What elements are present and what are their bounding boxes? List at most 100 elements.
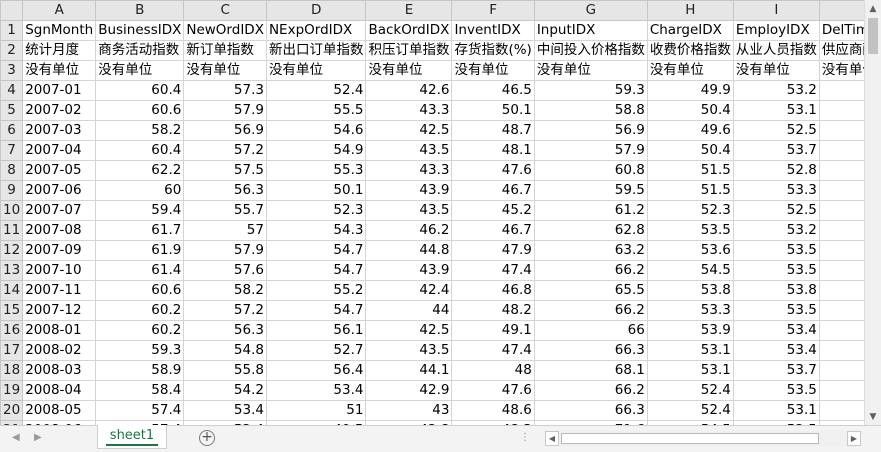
cell[interactable]: 51.6 <box>818 400 864 421</box>
cell[interactable]: 53.7 <box>732 360 820 381</box>
row-header[interactable]: 9 <box>0 180 24 201</box>
scroll-left-arrow-icon[interactable]: ◀ <box>545 431 559 446</box>
cell[interactable]: 53.4 <box>732 340 820 361</box>
cell[interactable]: 53.4 <box>265 380 367 401</box>
cell[interactable]: 商务活动指数 <box>95 40 185 61</box>
cell[interactable]: 2007-12 <box>22 300 97 321</box>
row-header[interactable]: 19 <box>0 380 24 401</box>
cell[interactable]: 没有单位 <box>451 60 535 81</box>
cell[interactable]: DelTimeIDX <box>818 20 864 41</box>
cell[interactable]: 52.5 <box>732 120 820 141</box>
cell[interactable]: 56.9 <box>183 120 267 141</box>
cell[interactable]: 43.3 <box>365 160 453 181</box>
column-header-a[interactable]: A <box>22 0 97 21</box>
cell[interactable]: 49.6 <box>646 120 734 141</box>
cell[interactable]: 48 <box>451 360 535 381</box>
cell[interactable]: 没有单位 <box>646 60 734 81</box>
row-header[interactable]: 2 <box>0 40 24 61</box>
cell[interactable]: 43.5 <box>365 140 453 161</box>
cell[interactable]: 66.2 <box>533 260 648 281</box>
cell[interactable]: 59.3 <box>95 340 185 361</box>
cell[interactable]: 2007-03 <box>22 120 97 141</box>
cell[interactable]: 54.6 <box>265 120 367 141</box>
cell[interactable]: 60.4 <box>95 140 185 161</box>
splitter-dots-icon[interactable]: ⋮ <box>520 432 531 443</box>
cell[interactable]: 42.9 <box>365 380 453 401</box>
cell[interactable]: 57.5 <box>183 160 267 181</box>
cell[interactable]: 53.1 <box>646 340 734 361</box>
cell[interactable]: 60.6 <box>95 100 185 121</box>
cell[interactable]: 50.1 <box>451 100 535 121</box>
cell[interactable]: 2007-07 <box>22 200 97 221</box>
cell[interactable]: 51.8 <box>818 280 864 301</box>
cell[interactable]: 61.2 <box>533 200 648 221</box>
cell[interactable]: 48.3 <box>818 340 864 361</box>
cell[interactable]: 53.7 <box>732 140 820 161</box>
cell[interactable]: 48.2 <box>451 300 535 321</box>
cell[interactable]: 51 <box>265 400 367 421</box>
cell[interactable]: 53.6 <box>646 240 734 261</box>
cell[interactable]: 59.5 <box>533 180 648 201</box>
cell[interactable]: 52.4 <box>646 400 734 421</box>
row-header[interactable]: 11 <box>0 220 24 241</box>
row-header[interactable]: 16 <box>0 320 24 341</box>
cell[interactable]: 60.2 <box>95 300 185 321</box>
cell[interactable]: 53.2 <box>818 220 864 241</box>
cell[interactable]: 53.8 <box>732 280 820 301</box>
cell[interactable]: 61.9 <box>95 240 185 261</box>
cell[interactable]: 54.7 <box>265 240 367 261</box>
cell[interactable]: 2007-08 <box>22 220 97 241</box>
cell[interactable]: 46.7 <box>451 180 535 201</box>
cell[interactable]: 57.3 <box>183 80 267 101</box>
prev-sheet-icon[interactable]: ◀ <box>12 432 20 443</box>
cell[interactable]: 52.5 <box>818 200 864 221</box>
cell[interactable]: 60.4 <box>95 80 185 101</box>
cell[interactable]: 55.5 <box>265 100 367 121</box>
horizontal-scrollbar[interactable]: ◀ ▶ <box>545 431 861 446</box>
cell[interactable]: 53.4 <box>732 320 820 341</box>
cell[interactable]: 43.9 <box>365 180 453 201</box>
cell[interactable]: 54.3 <box>818 160 864 181</box>
cell[interactable]: 2007-11 <box>22 280 97 301</box>
sheet-tab-sheet1[interactable]: sheet1 <box>97 425 167 449</box>
row-header[interactable]: 4 <box>0 80 24 101</box>
add-sheet-icon[interactable]: + <box>199 430 215 446</box>
cell[interactable]: 54.4 <box>818 120 864 141</box>
cell[interactable]: 统计月度 <box>22 40 97 61</box>
cell[interactable]: SgnMonth <box>22 20 97 41</box>
cell[interactable]: 61.7 <box>95 220 185 241</box>
cell[interactable]: 47.9 <box>451 240 535 261</box>
cell[interactable]: 52.9 <box>818 180 864 201</box>
cell[interactable]: 52.8 <box>818 80 864 101</box>
cell[interactable]: InputIDX <box>533 20 648 41</box>
cell[interactable]: 积压订单指数 <box>365 40 453 61</box>
cell[interactable]: 56.3 <box>183 180 267 201</box>
cell[interactable]: 52.3 <box>265 200 367 221</box>
cell[interactable]: 52.2 <box>818 100 864 121</box>
cell[interactable]: InventIDX <box>451 20 535 41</box>
cell[interactable]: 56.1 <box>265 320 367 341</box>
cell[interactable]: 55.7 <box>183 200 267 221</box>
row-header[interactable]: 12 <box>0 240 24 261</box>
cell[interactable]: 57 <box>183 220 267 241</box>
cell[interactable]: 66.2 <box>533 380 648 401</box>
cell[interactable]: 52.5 <box>818 300 864 321</box>
cell[interactable]: 53.5 <box>818 360 864 381</box>
cell[interactable]: 47.4 <box>451 340 535 361</box>
cell[interactable]: BackOrdIDX <box>365 20 453 41</box>
cell[interactable]: 2007-05 <box>22 160 97 181</box>
column-header-b[interactable]: B <box>95 0 185 21</box>
cell[interactable]: 47.6 <box>451 160 535 181</box>
cell[interactable]: 66.2 <box>533 300 648 321</box>
cell[interactable]: 66.3 <box>533 400 648 421</box>
cell[interactable]: 46.8 <box>451 280 535 301</box>
cell[interactable]: 53.1 <box>732 100 820 121</box>
column-header-i[interactable]: I <box>732 0 820 21</box>
cell[interactable]: 供应商配送时间指数 <box>818 40 864 61</box>
cell[interactable]: 46.2 <box>365 220 453 241</box>
cell[interactable]: 62.8 <box>533 220 648 241</box>
cell[interactable]: 50.1 <box>265 180 367 201</box>
cell[interactable]: ChargeIDX <box>646 20 734 41</box>
row-header[interactable]: 5 <box>0 100 24 121</box>
cell[interactable]: 2008-01 <box>22 320 97 341</box>
